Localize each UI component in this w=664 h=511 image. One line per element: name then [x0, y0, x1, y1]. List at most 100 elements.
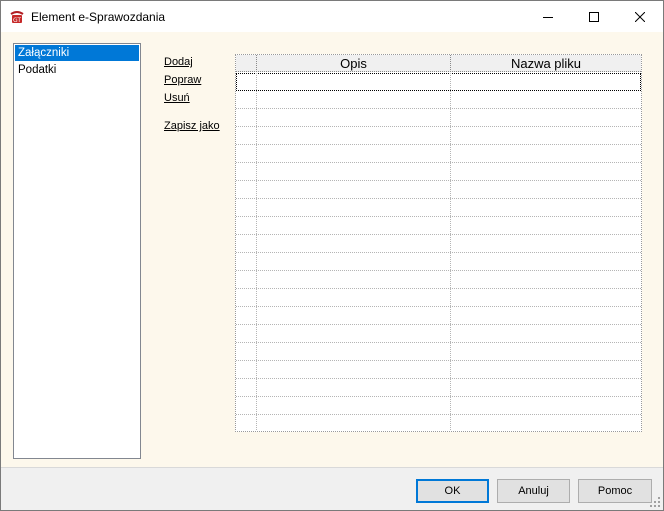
table-row[interactable]	[236, 325, 641, 343]
table-row[interactable]	[236, 73, 641, 91]
table-cell[interactable]	[451, 181, 641, 198]
table-row[interactable]	[236, 91, 641, 109]
table-row[interactable]	[236, 415, 641, 431]
row-indicator-cell[interactable]	[236, 91, 257, 108]
table-cell[interactable]	[257, 307, 451, 324]
row-indicator-cell[interactable]	[236, 109, 257, 126]
table-cell[interactable]	[451, 289, 641, 306]
table-cell[interactable]	[451, 415, 641, 431]
table-row[interactable]	[236, 343, 641, 361]
table-cell[interactable]	[451, 217, 641, 234]
row-indicator-cell[interactable]	[236, 217, 257, 234]
table-cell[interactable]	[257, 199, 451, 216]
table-cell[interactable]	[257, 163, 451, 180]
tree-item-podatki[interactable]: Podatki	[15, 62, 139, 78]
table-cell[interactable]	[257, 253, 451, 270]
table-cell[interactable]	[451, 199, 641, 216]
row-indicator-cell[interactable]	[236, 73, 257, 90]
table-cell[interactable]	[257, 109, 451, 126]
table-cell[interactable]	[257, 145, 451, 162]
row-indicator-cell[interactable]	[236, 181, 257, 198]
table-cell[interactable]	[257, 91, 451, 108]
table-cell[interactable]	[257, 217, 451, 234]
table-row[interactable]	[236, 271, 641, 289]
table-cell[interactable]	[451, 145, 641, 162]
table-cell[interactable]	[451, 109, 641, 126]
help-button[interactable]: Pomoc	[578, 479, 652, 503]
table-cell[interactable]	[451, 127, 641, 144]
tree-item-zalaczniki[interactable]: Załączniki	[15, 45, 139, 61]
title-bar[interactable]: GT Element e-Sprawozdania	[1, 1, 663, 32]
row-indicator-cell[interactable]	[236, 343, 257, 360]
table-row[interactable]	[236, 253, 641, 271]
table-cell[interactable]	[451, 307, 641, 324]
window-title: Element e-Sprawozdania	[31, 10, 166, 24]
table-row[interactable]	[236, 181, 641, 199]
table-row[interactable]	[236, 361, 641, 379]
edit-link[interactable]: Popraw	[164, 74, 201, 86]
table-cell[interactable]	[451, 379, 641, 396]
table-cell[interactable]	[451, 163, 641, 180]
category-tree[interactable]: Załączniki Podatki	[13, 43, 141, 459]
row-indicator-cell[interactable]	[236, 289, 257, 306]
table-row[interactable]	[236, 379, 641, 397]
table-cell[interactable]	[451, 253, 641, 270]
row-indicator-cell[interactable]	[236, 415, 257, 431]
table-cell[interactable]	[451, 325, 641, 342]
table-row[interactable]	[236, 235, 641, 253]
row-indicator-cell[interactable]	[236, 379, 257, 396]
save-as-link[interactable]: Zapisz jako	[164, 120, 220, 132]
add-link[interactable]: Dodaj	[164, 56, 193, 68]
grid-header-nazwa-pliku[interactable]: Nazwa pliku	[451, 55, 641, 72]
row-indicator-cell[interactable]	[236, 397, 257, 414]
row-indicator-cell[interactable]	[236, 163, 257, 180]
row-indicator-cell[interactable]	[236, 361, 257, 378]
table-cell[interactable]	[257, 397, 451, 414]
table-cell[interactable]	[257, 343, 451, 360]
row-indicator-cell[interactable]	[236, 271, 257, 288]
table-cell[interactable]	[257, 361, 451, 378]
table-cell[interactable]	[451, 73, 641, 90]
table-cell[interactable]	[451, 397, 641, 414]
table-cell[interactable]	[257, 235, 451, 252]
table-cell[interactable]	[257, 325, 451, 342]
table-row[interactable]	[236, 127, 641, 145]
minimize-button[interactable]	[525, 1, 571, 32]
maximize-button[interactable]	[571, 1, 617, 32]
row-indicator-cell[interactable]	[236, 127, 257, 144]
grid-header-opis[interactable]: Opis	[257, 55, 451, 72]
table-row[interactable]	[236, 145, 641, 163]
close-button[interactable]	[617, 1, 663, 32]
table-row[interactable]	[236, 163, 641, 181]
row-indicator-cell[interactable]	[236, 145, 257, 162]
table-cell[interactable]	[257, 271, 451, 288]
cancel-button[interactable]: Anuluj	[497, 479, 570, 503]
ok-button[interactable]: OK	[416, 479, 489, 503]
table-row[interactable]	[236, 109, 641, 127]
row-indicator-cell[interactable]	[236, 307, 257, 324]
table-cell[interactable]	[257, 181, 451, 198]
table-row[interactable]	[236, 289, 641, 307]
row-indicator-cell[interactable]	[236, 199, 257, 216]
row-indicator-cell[interactable]	[236, 325, 257, 342]
row-indicator-cell[interactable]	[236, 253, 257, 270]
table-cell[interactable]	[451, 91, 641, 108]
table-cell[interactable]	[257, 127, 451, 144]
resize-grip-icon[interactable]	[649, 496, 661, 508]
table-cell[interactable]	[451, 271, 641, 288]
table-cell[interactable]	[257, 415, 451, 431]
table-row[interactable]	[236, 217, 641, 235]
table-cell[interactable]	[451, 361, 641, 378]
table-cell[interactable]	[451, 343, 641, 360]
maximize-icon	[589, 11, 599, 22]
table-cell[interactable]	[257, 73, 451, 90]
table-cell[interactable]	[257, 379, 451, 396]
table-row[interactable]	[236, 307, 641, 325]
table-row[interactable]	[236, 199, 641, 217]
table-cell[interactable]	[451, 235, 641, 252]
table-cell[interactable]	[257, 289, 451, 306]
table-row[interactable]	[236, 397, 641, 415]
attachments-grid[interactable]: Opis Nazwa pliku	[235, 54, 642, 432]
row-indicator-cell[interactable]	[236, 235, 257, 252]
delete-link[interactable]: Usuń	[164, 92, 190, 104]
